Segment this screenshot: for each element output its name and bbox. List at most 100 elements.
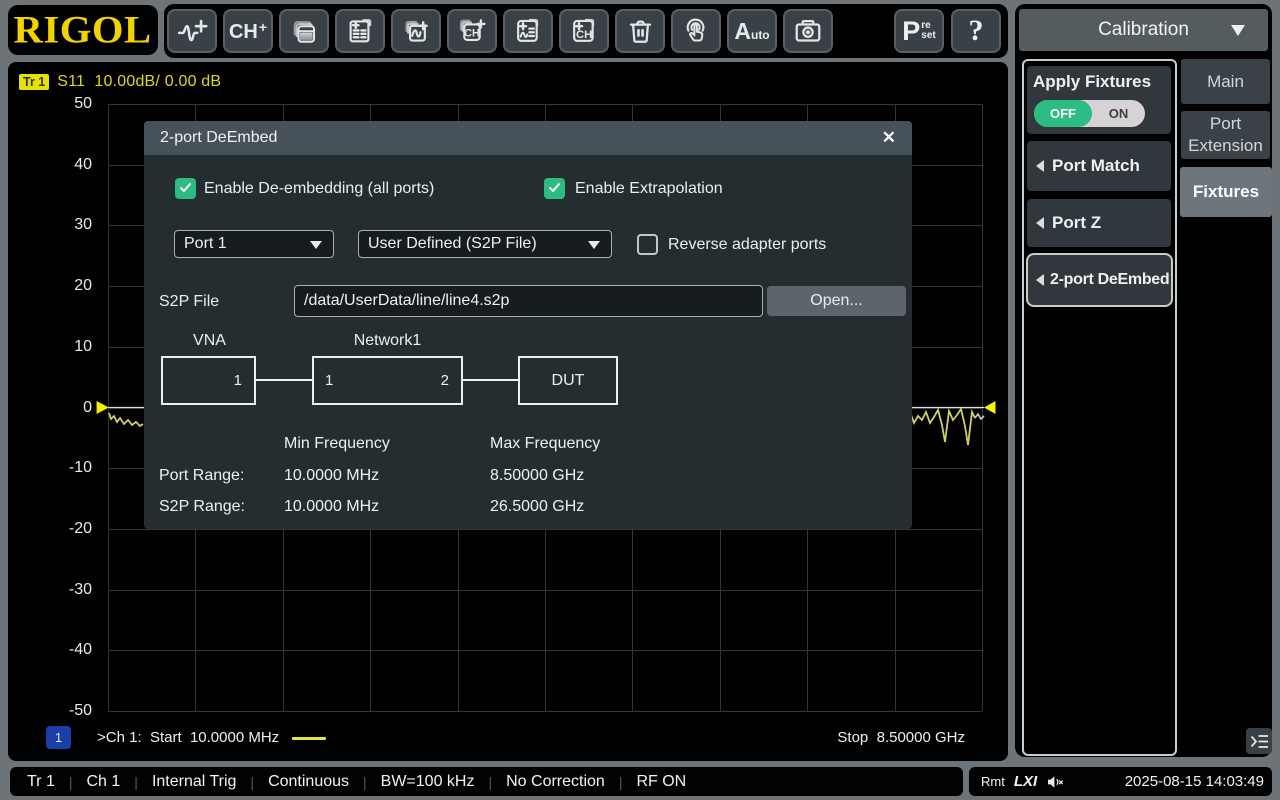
open-file-button[interactable]: Open... [767, 286, 906, 316]
menu-collapse-icon [1250, 734, 1269, 749]
vna-box: 1 [161, 356, 256, 405]
dialog-close-button[interactable]: ✕ [882, 128, 896, 148]
y-tick-40: 40 [42, 155, 92, 175]
new-channel-window-icon: CH [456, 15, 488, 47]
y-tick-n40: -40 [42, 640, 92, 660]
reference-marker-right [984, 401, 996, 414]
trace-badge[interactable]: Tr 1 [19, 74, 49, 90]
vna-box-label: VNA [162, 332, 257, 350]
touch-button[interactable] [671, 9, 721, 53]
status-rf[interactable]: RF ON [636, 773, 686, 791]
fixtures-submenu-panel: Apply Fixtures ON OFF Port Match Port Z … [1022, 59, 1177, 756]
status-bandwidth[interactable]: BW=100 kHz [381, 773, 475, 791]
new-trace-window-button[interactable] [391, 9, 441, 53]
y-tick-30: 30 [42, 215, 92, 235]
checkmark-icon [548, 182, 561, 193]
sidebar: Calibration Apply Fixtures ON OFF Port M… [1015, 4, 1272, 757]
dropdown-arrow-icon [588, 241, 600, 249]
y-tick-50: 50 [42, 94, 92, 114]
connector-line [256, 379, 312, 381]
preset-trace-button[interactable] [503, 9, 553, 53]
add-window-button[interactable] [335, 9, 385, 53]
tab-fixtures[interactable]: Fixtures [1180, 167, 1272, 217]
screenshot-button[interactable] [783, 9, 833, 53]
trace-segment-left [109, 413, 143, 426]
vna-screen: RIGOL CH+ CH CH [0, 0, 1280, 800]
window-layout-icon [289, 16, 320, 47]
network-type-select[interactable]: User Defined (S2P File) [358, 230, 612, 258]
deembed-button-selected[interactable]: 2-port DeEmbed [1026, 253, 1173, 307]
s2p-range-label: S2P Range: [159, 498, 245, 516]
port-range-max: 8.50000 GHz [490, 467, 584, 485]
status-trace[interactable]: Tr 1 [27, 773, 55, 791]
trace-label[interactable]: Tr 1 S11 10.00dB/ 0.00 dB [19, 73, 221, 91]
y-tick-20: 20 [42, 276, 92, 296]
port-z-button[interactable]: Port Z [1027, 199, 1171, 247]
dialog-titlebar[interactable]: 2-port DeEmbed ✕ [144, 121, 912, 155]
dropdown-arrow-icon [310, 241, 322, 249]
enable-deembedding-checkbox[interactable] [175, 178, 196, 199]
tab-port-extension[interactable]: Port Extension [1181, 111, 1270, 159]
status-correction[interactable]: No Correction [506, 773, 605, 791]
delete-button[interactable] [615, 9, 665, 53]
apply-fixtures-label: Apply Fixtures [1033, 72, 1151, 92]
new-trace-window-icon [401, 16, 432, 47]
enable-extrapolation-label: Enable Extrapolation [575, 178, 723, 199]
submenu-left-arrow-icon [1036, 217, 1044, 229]
menu-collapse-button[interactable] [1246, 728, 1272, 754]
trace-info: S11 10.00dB/ 0.00 dB [57, 73, 221, 91]
y-tick-n30: -30 [42, 580, 92, 600]
help-icon: ? [969, 14, 984, 48]
apply-fixtures-toggle[interactable]: ON OFF [1034, 100, 1145, 127]
svg-text:CH: CH [576, 29, 592, 41]
network-box-label: Network1 [312, 332, 463, 350]
status-channel[interactable]: Ch 1 [87, 773, 121, 791]
svg-text:CH: CH [464, 27, 479, 39]
speaker-muted-icon[interactable] [1047, 775, 1064, 789]
s2p-file-label: S2P File [159, 291, 219, 312]
y-tick-n10: -10 [42, 458, 92, 478]
reference-marker-left [97, 401, 109, 414]
preset-channel-icon: CH [568, 15, 600, 47]
channel-badge[interactable]: 1 [46, 726, 71, 749]
reverse-adapter-checkbox[interactable] [637, 234, 658, 255]
tab-main[interactable]: Main [1181, 59, 1270, 104]
y-tick-0: 0 [42, 398, 92, 418]
menu-title-dropdown[interactable]: Calibration [1019, 9, 1268, 51]
port-select-value: Port 1 [184, 235, 227, 253]
add-channel-button[interactable]: CH+ [223, 9, 273, 53]
preset-trace-icon [512, 15, 544, 47]
preset-button[interactable]: Preset [894, 9, 944, 53]
status-bar-right: Rmt LXI 2025-08-15 14:03:49 [969, 767, 1272, 796]
channel-info-row: 1 >Ch 1: Start 10.0000 MHz Stop 8.50000 … [8, 722, 1008, 752]
toggle-on-label: ON [1092, 100, 1145, 127]
new-channel-window-button[interactable]: CH [447, 9, 497, 53]
datetime-display: 2025-08-15 14:03:49 [1125, 773, 1264, 790]
apply-fixtures-tile: Apply Fixtures ON OFF [1027, 66, 1171, 134]
s2p-range-max: 26.5000 GHz [490, 498, 584, 516]
menu-title: Calibration [1098, 19, 1189, 41]
window-layout-button[interactable] [279, 9, 329, 53]
preset-channel-button[interactable]: CH [559, 9, 609, 53]
add-channel-icon: CH+ [229, 20, 267, 42]
network-port1-number: 1 [325, 372, 333, 389]
add-trace-button[interactable] [167, 9, 217, 53]
enable-extrapolation-checkbox[interactable] [544, 178, 565, 199]
status-trigger[interactable]: Internal Trig [152, 773, 236, 791]
s2p-file-input[interactable]: /data/UserData/line/line4.s2p [294, 285, 763, 317]
port-range-min: 10.0000 MHz [284, 467, 379, 485]
help-button[interactable]: ? [951, 9, 1001, 53]
network-box: 1 2 [312, 356, 463, 405]
port-select[interactable]: Port 1 [174, 230, 334, 258]
deembed-dialog: 2-port DeEmbed ✕ Enable De-embedding (al… [144, 121, 912, 529]
s2p-file-path: /data/UserData/line/line4.s2p [304, 292, 509, 310]
max-frequency-header: Max Frequency [490, 435, 600, 453]
status-sweep[interactable]: Continuous [268, 773, 349, 791]
toolbar: CH+ CH CH Auto Pr [164, 4, 1008, 58]
submenu-left-arrow-icon [1036, 274, 1044, 286]
port-match-button[interactable]: Port Match [1027, 141, 1171, 191]
trash-icon [625, 16, 656, 47]
preset-icon: Preset [902, 18, 935, 45]
auto-button[interactable]: Auto [727, 9, 777, 53]
channel-start-info: >Ch 1: Start 10.0000 MHz [97, 729, 279, 746]
